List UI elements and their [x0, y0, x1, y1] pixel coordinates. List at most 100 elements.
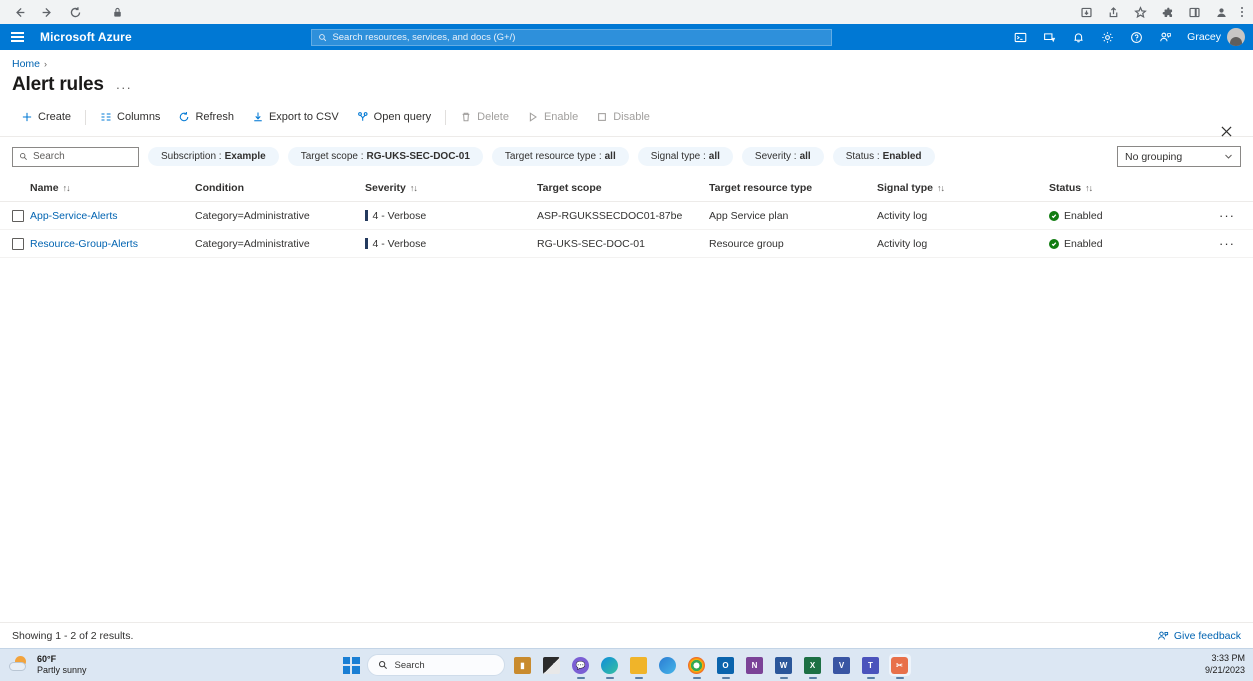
row-context-menu-button[interactable]: ··· — [1209, 230, 1253, 258]
delete-button[interactable]: Delete — [451, 108, 518, 126]
azure-search-container: Search resources, services, and docs (G+… — [132, 29, 1012, 46]
delete-label: Delete — [477, 111, 509, 123]
filter-pill-status[interactable]: Status :Enabled — [833, 147, 935, 166]
start-button-icon[interactable] — [343, 657, 360, 674]
page-more-menu-button[interactable]: ··· — [116, 80, 132, 95]
table-row[interactable]: Resource-Group-Alerts Category=Administr… — [0, 230, 1253, 258]
export-label: Export to CSV — [269, 111, 339, 123]
file-explorer-icon[interactable] — [628, 654, 650, 676]
page-title: Alert rules — [12, 74, 104, 96]
notifications-bell-icon[interactable] — [1070, 29, 1086, 45]
column-label: Condition — [195, 182, 244, 194]
enable-button[interactable]: Enable — [518, 108, 587, 126]
column-header-condition[interactable]: Condition — [195, 176, 365, 202]
refresh-icon — [178, 111, 190, 123]
user-account-button[interactable]: Gracey — [1187, 28, 1245, 46]
table-body: App-Service-Alerts Category=Administrati… — [0, 202, 1253, 258]
column-label: Target scope — [537, 182, 602, 194]
refresh-button[interactable]: Refresh — [169, 108, 243, 126]
alert-rule-link[interactable]: App-Service-Alerts — [30, 210, 118, 222]
task-view-icon[interactable] — [541, 654, 563, 676]
row-checkbox[interactable] — [12, 210, 24, 222]
visio-icon[interactable]: V — [831, 654, 853, 676]
filter-pill-subscription[interactable]: Subscription :Example — [148, 147, 279, 166]
weather-widget[interactable]: 60°F Partly sunny — [0, 654, 87, 677]
alert-rule-link[interactable]: Resource-Group-Alerts — [30, 238, 138, 250]
results-footer: Showing 1 - 2 of 2 results. Give feedbac… — [0, 622, 1253, 648]
cell-target-scope: ASP-RGUKSSECDOC01-87be — [537, 202, 709, 230]
share-icon[interactable] — [1106, 5, 1120, 19]
more-menu-icon[interactable] — [1241, 7, 1243, 17]
onenote-icon[interactable]: N — [744, 654, 766, 676]
breadcrumb-home-link[interactable]: Home — [12, 58, 40, 70]
teams-chat-icon[interactable]: 💬 — [570, 654, 592, 676]
bookmark-star-icon[interactable] — [1133, 5, 1147, 19]
row-context-menu-button[interactable]: ··· — [1209, 202, 1253, 230]
taskbar-search-box[interactable]: Search — [367, 654, 505, 676]
cell-signal-type: Activity log — [877, 230, 1049, 258]
word-icon[interactable]: W — [773, 654, 795, 676]
site-lock-icon[interactable] — [110, 5, 124, 19]
taskbar-search-placeholder: Search — [395, 660, 425, 671]
row-checkbox-cell — [0, 202, 30, 230]
row-checkbox[interactable] — [12, 238, 24, 250]
status-badge: Enabled — [1064, 210, 1103, 222]
filter-pill-severity[interactable]: Severity :all — [742, 147, 824, 166]
column-header-severity[interactable]: Severity↑↓ — [365, 176, 537, 202]
azure-global-search-input[interactable]: Search resources, services, and docs (G+… — [311, 29, 832, 46]
columns-button[interactable]: Columns — [91, 108, 169, 126]
severity-label: 4 - Verbose — [373, 210, 427, 222]
cell-severity: 4 - Verbose — [365, 202, 537, 230]
export-csv-button[interactable]: Export to CSV — [243, 108, 348, 126]
outlook-icon[interactable]: O — [715, 654, 737, 676]
close-blade-button[interactable] — [1217, 122, 1235, 140]
install-app-icon[interactable] — [1079, 5, 1093, 19]
sort-arrows-icon: ↑↓ — [937, 183, 944, 193]
back-arrow-icon[interactable] — [12, 5, 26, 19]
column-header-status[interactable]: Status↑↓ — [1049, 176, 1209, 202]
plus-icon — [21, 111, 33, 123]
forward-arrow-icon[interactable] — [40, 5, 54, 19]
avatar — [1227, 28, 1245, 46]
office-icon[interactable] — [657, 654, 679, 676]
grouping-dropdown[interactable]: No grouping — [1117, 146, 1241, 167]
column-header-name[interactable]: Name↑↓ — [30, 176, 195, 202]
teams-icon[interactable]: T — [860, 654, 882, 676]
filter-pill-target-resource-type[interactable]: Target resource type :all — [492, 147, 629, 166]
search-input[interactable]: Search — [12, 147, 139, 167]
filter-pill-signal-type[interactable]: Signal type :all — [638, 147, 733, 166]
cloud-shell-icon[interactable] — [1012, 29, 1028, 45]
directories-subscriptions-icon[interactable] — [1041, 29, 1057, 45]
taskbar-center-group: Search ▮ 💬 O N — [343, 654, 911, 676]
collections-icon[interactable] — [1187, 5, 1201, 19]
table-row[interactable]: App-Service-Alerts Category=Administrati… — [0, 202, 1253, 230]
weather-temperature: 60°F — [37, 654, 87, 665]
azure-header-icons — [1012, 29, 1173, 45]
give-feedback-button[interactable]: Give feedback — [1157, 630, 1241, 642]
briefcase-icon[interactable]: ▮ — [512, 654, 534, 676]
azure-brand-title[interactable]: Microsoft Azure — [40, 30, 132, 44]
reload-icon[interactable] — [68, 5, 82, 19]
filter-pill-target-scope[interactable]: Target scope :RG-UKS-SEC-DOC-01 — [288, 147, 483, 166]
snipping-tool-icon[interactable]: ✂ — [889, 654, 911, 676]
pill-label: Status : — [846, 151, 880, 162]
extensions-puzzle-icon[interactable] — [1160, 5, 1174, 19]
disable-button[interactable]: Disable — [587, 108, 659, 126]
open-query-button[interactable]: Open query — [348, 108, 440, 126]
help-question-icon[interactable] — [1128, 29, 1144, 45]
taskbar-clock[interactable]: 3:33 PM 9/21/2023 — [1205, 653, 1245, 676]
excel-icon[interactable]: X — [802, 654, 824, 676]
column-header-target-scope[interactable]: Target scope — [537, 176, 709, 202]
column-header-target-resource-type[interactable]: Target resource type — [709, 176, 877, 202]
profile-icon[interactable] — [1214, 5, 1228, 19]
pill-label: Subscription : — [161, 151, 222, 162]
feedback-icon[interactable] — [1157, 29, 1173, 45]
column-header-signal-type[interactable]: Signal type↑↓ — [877, 176, 1049, 202]
cell-condition: Category=Administrative — [195, 202, 365, 230]
settings-gear-icon[interactable] — [1099, 29, 1115, 45]
global-nav-menu-button[interactable] — [0, 24, 34, 50]
create-button[interactable]: Create — [12, 108, 80, 126]
chrome-icon[interactable] — [686, 654, 708, 676]
cell-condition: Category=Administrative — [195, 230, 365, 258]
edge-icon[interactable] — [599, 654, 621, 676]
